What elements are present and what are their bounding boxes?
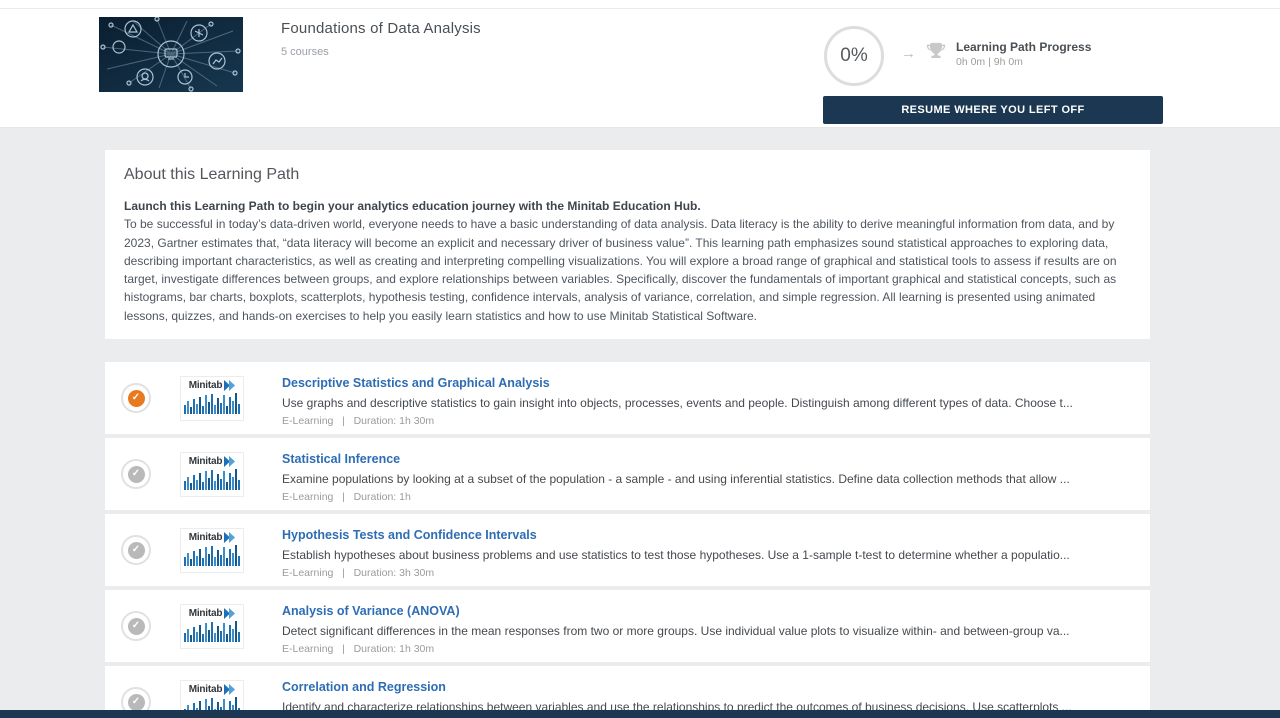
check-icon: ✓ (132, 697, 140, 707)
course-description: Examine populations by looking at a subs… (282, 472, 1136, 486)
course-meta: E-Learning | Duration: 1h 30m (282, 415, 1136, 427)
minitab-chevron-icon (224, 380, 235, 391)
about-card: About this Learning Path Launch this Lea… (105, 150, 1150, 339)
check-icon: ✓ (132, 621, 140, 631)
about-intro: Launch this Learning Path to begin your … (124, 197, 1132, 215)
course-description: Establish hypotheses about business prob… (282, 548, 1136, 562)
about-heading: About this Learning Path (124, 166, 1132, 184)
course-list: ✓ Minitab Descriptive Statistics and Gra… (105, 362, 1150, 718)
page-title: Foundations of Data Analysis (281, 20, 481, 37)
minitab-logo: Minitab (180, 528, 244, 573)
main-content: About this Learning Path Launch this Lea… (0, 128, 1280, 718)
course-status-ring: ✓ (121, 535, 151, 565)
check-icon: ✓ (132, 393, 140, 403)
minitab-histogram-icon (184, 392, 240, 414)
minitab-chevron-icon (224, 532, 235, 543)
course-row[interactable]: ✓ Minitab Statistical Inference Examine … (105, 438, 1150, 510)
check-icon: ✓ (132, 545, 140, 555)
minitab-wordmark: Minitab (189, 684, 223, 695)
progress-circle: 0% (824, 26, 884, 86)
course-status-icon: ✓ (128, 390, 145, 407)
minitab-wordmark: Minitab (189, 532, 223, 543)
course-row[interactable]: ✓ Minitab Hypothesis Tests and Confidenc… (105, 514, 1150, 586)
trophy-icon (925, 41, 947, 63)
course-title-link[interactable]: Statistical Inference (282, 452, 400, 466)
minitab-logo: Minitab (180, 452, 244, 497)
course-title-link[interactable]: Hypothesis Tests and Confidence Interval… (282, 528, 537, 542)
minitab-histogram-icon (184, 544, 240, 566)
resume-button[interactable]: RESUME WHERE YOU LEFT OFF (823, 96, 1163, 124)
course-count: 5 courses (281, 46, 329, 58)
minitab-wordmark: Minitab (189, 456, 223, 467)
course-title-link[interactable]: Analysis of Variance (ANOVA) (282, 604, 460, 618)
course-meta: E-Learning | Duration: 3h 30m (282, 567, 1136, 579)
minitab-logo: Minitab (180, 604, 244, 649)
course-status-icon: ✓ (128, 542, 145, 559)
course-meta: E-Learning | Duration: 1h (282, 491, 1136, 503)
progress-time: 0h 0m | 9h 0m (956, 56, 1023, 68)
minitab-logo: Minitab (180, 376, 244, 421)
minitab-chevron-icon (224, 456, 235, 467)
minitab-chevron-icon (224, 684, 235, 695)
minitab-wordmark: Minitab (189, 380, 223, 391)
minitab-histogram-icon (184, 620, 240, 642)
progress-label: Learning Path Progress (956, 40, 1091, 54)
minitab-chevron-icon (224, 608, 235, 619)
course-text: Statistical Inference Examine population… (282, 450, 1136, 503)
header-divider (0, 8, 1280, 9)
course-status-ring: ✓ (121, 611, 151, 641)
course-description: Use graphs and descriptive statistics to… (282, 396, 1136, 410)
about-body: To be successful in today’s data-driven … (124, 215, 1132, 325)
course-description: Detect significant differences in the me… (282, 624, 1136, 638)
course-text: Analysis of Variance (ANOVA) Detect sign… (282, 602, 1136, 655)
learning-path-thumbnail (99, 17, 243, 92)
check-icon: ✓ (132, 469, 140, 479)
course-status-ring: ✓ (121, 459, 151, 489)
course-status-icon: ✓ (128, 618, 145, 635)
progress-percent: 0% (840, 45, 867, 67)
course-status-icon: ✓ (128, 694, 145, 711)
course-text: Hypothesis Tests and Confidence Interval… (282, 526, 1136, 579)
arrow-right-icon: → (901, 45, 916, 62)
course-text: Descriptive Statistics and Graphical Ana… (282, 374, 1136, 427)
minitab-histogram-icon (184, 468, 240, 490)
minitab-wordmark: Minitab (189, 608, 223, 619)
course-title-link[interactable]: Descriptive Statistics and Graphical Ana… (282, 376, 550, 390)
course-row[interactable]: ✓ Minitab Descriptive Statistics and Gra… (105, 362, 1150, 434)
footer-bar (0, 710, 1280, 718)
course-row[interactable]: ✓ Minitab Analysis of Variance (ANOVA) D… (105, 590, 1150, 662)
course-status-ring: ✓ (121, 383, 151, 413)
course-meta: E-Learning | Duration: 1h 30m (282, 643, 1136, 655)
course-title-link[interactable]: Correlation and Regression (282, 680, 446, 694)
course-status-icon: ✓ (128, 466, 145, 483)
learning-path-header: Foundations of Data Analysis 5 courses 0… (0, 0, 1280, 128)
